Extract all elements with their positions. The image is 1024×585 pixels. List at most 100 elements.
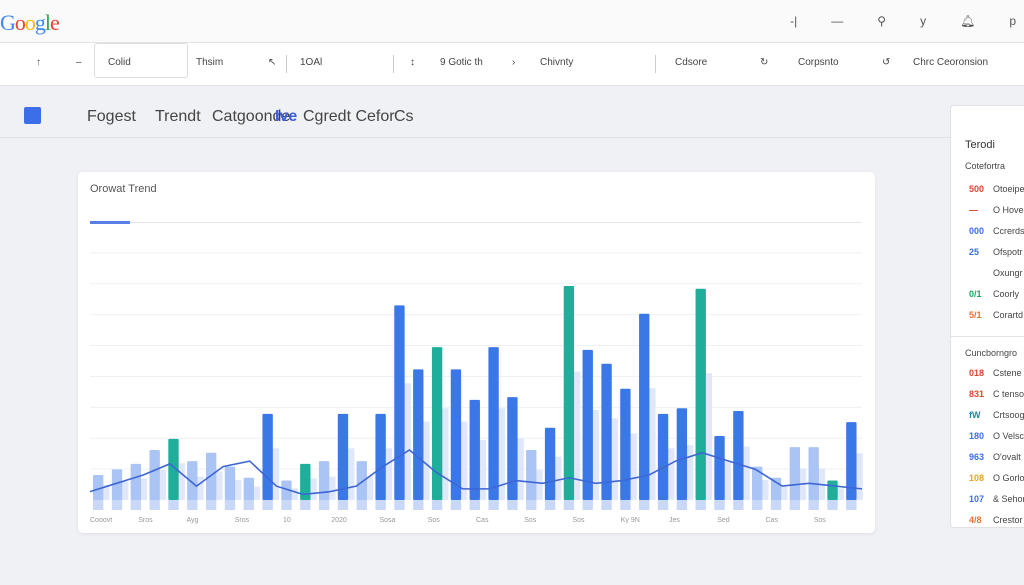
bar-reflection xyxy=(262,500,273,510)
legend-row[interactable]: — O Hove xyxy=(969,205,1024,215)
legend-row[interactable]: 5/1 Corartd xyxy=(969,310,1023,320)
bar xyxy=(827,480,838,500)
refresh-icon[interactable]: ↻ xyxy=(760,57,768,68)
bar-reflection xyxy=(526,500,537,510)
bar-reflection xyxy=(431,500,443,510)
toolbar-item[interactable]: Cdsore xyxy=(675,57,707,68)
section-heading: Cotefortra xyxy=(965,161,1006,171)
minus-icon[interactable]: -| xyxy=(790,14,797,28)
tab-item[interactable]: Fogest xyxy=(87,108,136,126)
x-tick-label: Cas xyxy=(766,517,779,524)
bar-reflection xyxy=(168,500,179,510)
dash-icon[interactable]: — xyxy=(831,14,843,28)
legend-row[interactable]: fW Crtsoog xyxy=(969,410,1024,420)
legend-label: Crtsoog xyxy=(993,410,1024,420)
legend-row[interactable]: 108 O Gorlo xyxy=(969,473,1024,483)
filter-icon[interactable]: y xyxy=(920,14,926,28)
toolbar-item[interactable]: Chrc Ceoronsion xyxy=(913,57,988,68)
legend-row[interactable]: 180 O Velsce xyxy=(969,431,1024,441)
bar-reflection xyxy=(111,500,123,510)
bar-reflection xyxy=(224,500,236,510)
legend-row[interactable]: 018 Cstene xyxy=(969,368,1022,378)
bar-reflection xyxy=(657,500,669,510)
legend-label: Oxungr xyxy=(993,268,1023,278)
x-tick-label: Sos xyxy=(573,517,586,524)
bar-reflection xyxy=(243,500,254,510)
bar xyxy=(262,413,273,500)
bar xyxy=(770,477,782,500)
toolbar-icon[interactable]: ↕ xyxy=(410,57,415,68)
menu-icon[interactable] xyxy=(24,107,41,124)
legend-row[interactable]: 831 C tenso xyxy=(969,389,1024,399)
legend-value: — xyxy=(969,205,978,215)
legend-row[interactable]: 25 Ofspotr xyxy=(969,247,1023,257)
bar xyxy=(450,369,462,500)
legend-row[interactable]: 107 & Sehor xyxy=(969,494,1024,504)
toolbar-item[interactable]: 1OAl xyxy=(300,57,322,68)
bar-reflection xyxy=(130,500,142,510)
x-tick-label: Cooovt xyxy=(90,517,112,524)
x-tick-label: Ky 9N xyxy=(621,517,640,524)
pin-icon[interactable]: ⚲ xyxy=(877,14,886,28)
tab-item[interactable]: Trendt xyxy=(155,108,201,126)
x-tick-label: Jes xyxy=(669,517,680,524)
bar xyxy=(563,285,575,500)
bar-reflection xyxy=(789,500,801,510)
google-logo[interactable]: Google xyxy=(0,10,60,36)
divider xyxy=(951,336,1024,337)
bar xyxy=(488,347,499,500)
bar-reflection xyxy=(639,500,650,510)
toolbar-item[interactable]: Chivnty xyxy=(540,57,573,68)
minus-button[interactable]: – xyxy=(76,57,82,68)
bar-chart: Cooovt Sros Ayg Sros 10 2020 Sosa Sos Cas Sos Sos K… xyxy=(89,252,863,524)
x-tick-label: Sros xyxy=(235,517,250,524)
legend-value: 107 xyxy=(969,494,985,504)
toolbar-item[interactable]: Colid xyxy=(108,57,131,68)
legend-value: 963 xyxy=(969,452,985,462)
bell-icon[interactable]: 🔔︎ xyxy=(960,14,975,28)
profile-icon[interactable]: p xyxy=(1009,14,1016,28)
legend-row[interactable]: 500 Otoeipe xyxy=(969,184,1024,194)
arrow-icon[interactable]: ↖ xyxy=(268,57,276,68)
bar-reflection xyxy=(488,500,499,510)
legend-value: 0/1 xyxy=(969,289,982,299)
tab-item[interactable]: Cgredt Cefor xyxy=(303,108,395,126)
legend-row[interactable]: Oxungr xyxy=(969,268,1023,278)
history-icon[interactable]: ↺ xyxy=(882,57,890,68)
bar-reflection xyxy=(582,500,593,510)
bar-reflection xyxy=(356,500,367,510)
legend-label: Crestor xyxy=(993,515,1023,525)
chevron-icon[interactable]: › xyxy=(512,57,515,68)
bar xyxy=(526,449,537,500)
x-tick-label: 2020 xyxy=(331,517,347,524)
toolbar-item[interactable]: Thsim xyxy=(196,57,223,68)
bar xyxy=(469,399,480,500)
section-heading: Cuncborngro xyxy=(965,348,1018,358)
legend-row[interactable]: 000 Ccrerds xyxy=(969,226,1024,236)
bar-reflection xyxy=(394,500,405,510)
legend-row[interactable]: 963 O'ovalt xyxy=(969,452,1021,462)
bar-reflection xyxy=(808,500,819,510)
bar xyxy=(224,466,236,500)
bar xyxy=(620,388,631,500)
bar-reflection xyxy=(846,500,857,510)
tab-item[interactable]: Cs xyxy=(394,108,414,126)
toolbar-item[interactable]: 9 Gotic th xyxy=(440,57,483,68)
legend-row[interactable]: 0/1 Coorly xyxy=(969,289,1019,299)
bar-reflection xyxy=(205,500,217,510)
legend-row[interactable]: 4/8 Crestor xyxy=(969,515,1023,525)
bar-reflection xyxy=(281,500,292,510)
toolbar-item[interactable]: Corpsnto xyxy=(798,57,839,68)
bar-reflection xyxy=(695,500,706,510)
tab-item-active[interactable]: Ive xyxy=(275,108,297,126)
panel-title: Terodi xyxy=(965,139,995,151)
bar xyxy=(544,427,556,500)
bar xyxy=(582,349,593,500)
pin-button[interactable]: ↑ xyxy=(36,57,41,68)
bar-reflection xyxy=(620,500,631,510)
bar xyxy=(394,305,405,500)
legend-value: 108 xyxy=(969,473,985,483)
bar xyxy=(752,466,763,500)
bar-reflection xyxy=(300,500,311,510)
bar-reflection xyxy=(544,500,556,510)
